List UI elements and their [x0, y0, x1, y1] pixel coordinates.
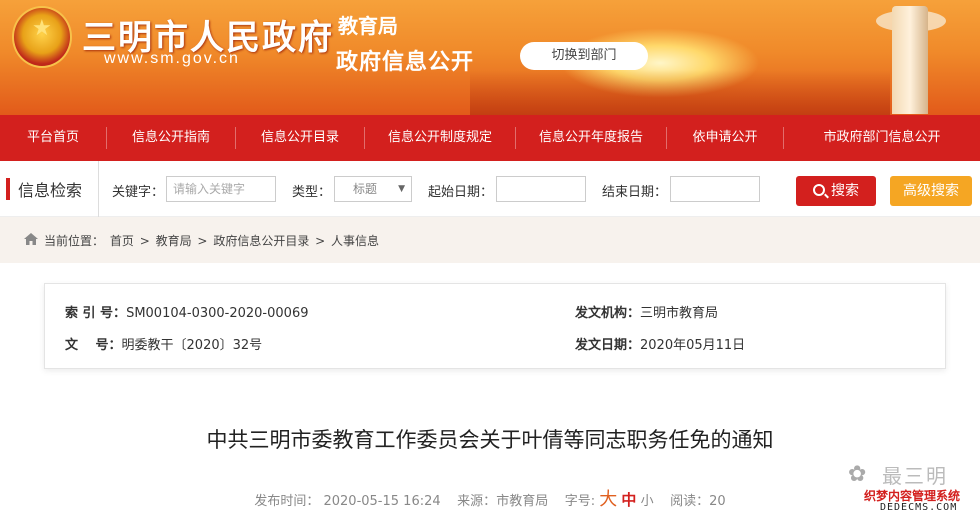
- source-label: 来源：: [457, 494, 497, 509]
- breadcrumb-separator: >: [315, 234, 326, 248]
- breadcrumb-separator: >: [139, 234, 150, 248]
- issuer-label: 发文机构：: [575, 306, 641, 321]
- advanced-search-button[interactable]: 高级搜索: [890, 176, 972, 206]
- font-size-medium-button[interactable]: 中: [621, 491, 636, 509]
- switch-department-button[interactable]: 切换到部门: [520, 42, 648, 70]
- watermark-url: DEDECMS.COM: [880, 502, 958, 513]
- nav-item-regulations[interactable]: 信息公开制度规定: [365, 115, 515, 161]
- font-size-label: 字号:: [564, 494, 596, 509]
- watermark: ✿ 最三明 织梦内容管理系统 DEDECMS.COM: [820, 458, 980, 515]
- gov-info-title: 政府信息公开: [336, 50, 475, 75]
- reads-label: 阅读：: [670, 494, 710, 509]
- published-label: 发布时间：: [254, 494, 320, 509]
- doc-number-label: 文 号：: [65, 338, 122, 353]
- issue-date-value: 2020年05月11日: [640, 338, 746, 353]
- index-number-row: 索 引 号：SM00104-0300-2020-00069: [65, 302, 308, 321]
- search-button-label: 搜索: [831, 183, 859, 199]
- font-size-small-button[interactable]: 小: [641, 494, 654, 509]
- breadcrumb-prefix: 当前位置：: [44, 234, 105, 248]
- reads-value: 20: [709, 494, 726, 509]
- start-date-input[interactable]: [496, 176, 586, 202]
- nav-item-home[interactable]: 平台首页: [0, 115, 106, 161]
- search-button[interactable]: 搜索: [796, 176, 876, 206]
- breadcrumb-home[interactable]: 首页: [110, 234, 134, 248]
- header-banner: ★ 三明市人民政府 www.sm.gov.cn 教育局 政府信息公开 切换到部门: [0, 0, 980, 115]
- breadcrumb: 当前位置： 首页 > 教育局 > 政府信息公开目录 > 人事信息: [0, 217, 980, 263]
- article-title: 中共三明市委教育工作委员会关于叶倩等同志职务任免的通知: [206, 428, 774, 452]
- great-wall-decoration: [470, 70, 890, 115]
- nav-item-request[interactable]: 依申请公开: [667, 115, 783, 161]
- breadcrumb-catalog[interactable]: 政府信息公开目录: [213, 234, 309, 248]
- issuer-row: 发文机构：三明市教育局: [575, 302, 718, 321]
- wechat-icon: ✿: [848, 462, 867, 487]
- watermark-name: 最三明: [882, 464, 948, 488]
- department-name: 教育局: [338, 14, 398, 38]
- source-value: 市教育局: [496, 494, 549, 509]
- type-select[interactable]: 标题 ▼: [334, 176, 412, 202]
- breadcrumb-education[interactable]: 教育局: [156, 234, 192, 248]
- document-info-box: 索 引 号：SM00104-0300-2020-00069 文 号：明委教干〔2…: [44, 283, 946, 369]
- breadcrumb-path: 当前位置： 首页 > 教育局 > 政府信息公开目录 > 人事信息: [44, 232, 381, 249]
- issuer-value: 三明市教育局: [640, 306, 719, 321]
- nav-item-annual-report[interactable]: 信息公开年度报告: [516, 115, 666, 161]
- chevron-down-icon: ▼: [398, 184, 405, 194]
- type-label: 类型：: [292, 185, 332, 200]
- huabiao-pillar-icon: [892, 6, 928, 114]
- keyword-label: 关键字：: [112, 185, 165, 200]
- nav-item-guide[interactable]: 信息公开指南: [107, 115, 235, 161]
- published-value: 2020-05-15 16:24: [323, 494, 441, 509]
- search-bar: 信息检索 关键字： 请输入关键字 类型： 标题 ▼ 起始日期： 结束日期： 搜索…: [0, 161, 980, 217]
- type-select-value: 标题: [353, 182, 378, 196]
- end-date-label: 结束日期：: [602, 185, 668, 200]
- divider: [98, 161, 99, 217]
- national-emblem-icon: ★: [12, 6, 72, 68]
- index-number-value: SM00104-0300-2020-00069: [126, 306, 309, 321]
- keyword-input[interactable]: 请输入关键字: [166, 176, 276, 202]
- nav-item-departments[interactable]: 市政府部门信息公开: [784, 115, 980, 161]
- section-marker: [6, 178, 10, 200]
- index-number-label: 索 引 号：: [65, 306, 127, 321]
- doc-number-value: 明委教干〔2020〕32号: [121, 338, 263, 353]
- font-size-large-button[interactable]: 大: [599, 489, 617, 510]
- search-icon: [813, 184, 825, 196]
- breadcrumb-separator: >: [197, 234, 208, 248]
- nav-item-catalog[interactable]: 信息公开目录: [236, 115, 364, 161]
- search-title: 信息检索: [18, 181, 83, 200]
- site-url: www.sm.gov.cn: [104, 50, 240, 67]
- issue-date-row: 发文日期：2020年05月11日: [575, 334, 745, 353]
- main-nav: 平台首页 信息公开指南 信息公开目录 信息公开制度规定 信息公开年度报告 依申请…: [0, 115, 980, 161]
- end-date-input[interactable]: [670, 176, 760, 202]
- doc-number-row: 文 号：明委教干〔2020〕32号: [65, 334, 262, 353]
- breadcrumb-personnel[interactable]: 人事信息: [331, 234, 379, 248]
- issue-date-label: 发文日期：: [575, 338, 641, 353]
- home-icon: [24, 233, 38, 245]
- start-date-label: 起始日期：: [428, 185, 494, 200]
